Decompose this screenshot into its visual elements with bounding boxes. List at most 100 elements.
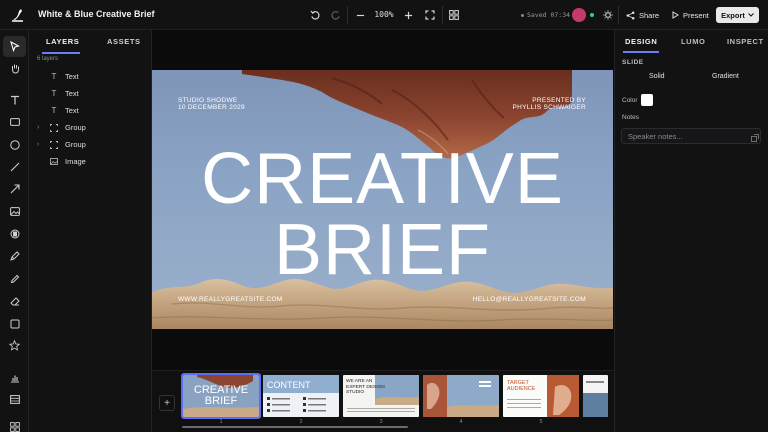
- pencil-tool[interactable]: [7, 271, 22, 286]
- tab-lumo[interactable]: LUMO: [681, 37, 705, 46]
- video-tool[interactable]: [7, 226, 22, 241]
- properties-panel: DESIGN LUMO INSPECT SLIDE Color Notes: [614, 30, 768, 432]
- layer-name: Group: [65, 140, 86, 149]
- group-icon: [47, 123, 61, 132]
- plus-icon: +: [164, 397, 170, 409]
- document-title[interactable]: White & Blue Creative Brief: [38, 9, 155, 19]
- video-icon: [10, 229, 19, 238]
- slide-thumbnail-1[interactable]: CREATIVE BRIEF: [181, 373, 261, 419]
- tab-assets[interactable]: ASSETS: [107, 37, 141, 46]
- speaker-notes-input[interactable]: Speaker notes...: [621, 128, 761, 144]
- layer-item[interactable]: Image: [29, 154, 152, 169]
- expand-notes-icon[interactable]: [751, 129, 759, 142]
- save-status: Saved 07:34: [521, 11, 570, 19]
- app-logo-icon[interactable]: [10, 7, 26, 23]
- slide-number: 1: [219, 419, 223, 425]
- active-tab-indicator: [623, 51, 659, 53]
- rectangle-icon: [9, 117, 20, 126]
- color-label: Color: [622, 97, 638, 104]
- undo-icon[interactable]: [307, 7, 323, 23]
- toolbar-divider: [618, 6, 619, 24]
- slide-date[interactable]: 10 DECEMBER 2029: [178, 104, 245, 112]
- grid-view-icon[interactable]: [446, 7, 462, 23]
- chevron-right-icon[interactable]: ›: [37, 124, 47, 131]
- slide-thumbnail-2[interactable]: CONTENT: [263, 375, 339, 417]
- color-swatch[interactable]: [641, 94, 653, 106]
- line-icon: [10, 162, 19, 171]
- notes-label: Notes: [622, 114, 639, 121]
- slide-thumbnail-5[interactable]: TARGET AUDIENCE: [503, 375, 579, 417]
- text-tool[interactable]: [7, 92, 22, 107]
- fit-screen-icon[interactable]: [422, 7, 438, 23]
- export-label: Export: [721, 10, 745, 20]
- frame-tool[interactable]: [7, 316, 22, 331]
- arrow-tool[interactable]: [7, 181, 22, 196]
- layer-name: Text: [65, 106, 79, 115]
- active-tab-indicator: [42, 52, 80, 54]
- notes-placeholder: Speaker notes...: [628, 132, 683, 141]
- image-icon: [9, 207, 20, 216]
- tool-rail: [0, 30, 29, 432]
- layer-item[interactable]: › Group: [29, 137, 152, 152]
- eraser-icon: [9, 296, 20, 305]
- slide-canvas[interactable]: STUDIO SHODWE 10 DECEMBER 2029 PRESENTED…: [152, 70, 613, 329]
- grid-icon: [9, 421, 20, 432]
- filmstrip-scrollbar[interactable]: [182, 426, 408, 428]
- text-icon: T: [51, 72, 57, 81]
- zoom-in-icon[interactable]: [400, 7, 416, 23]
- slide-thumbnail-3[interactable]: WE ARE AN EXPERT DESIGN STUDIO: [343, 375, 419, 417]
- layer-item[interactable]: T Text: [29, 69, 152, 84]
- redo-icon[interactable]: [327, 7, 343, 23]
- hand-tool[interactable]: [7, 61, 22, 76]
- slide-website[interactable]: WWW.REALLYGREATSITE.COM: [178, 296, 283, 304]
- toolbar-divider: [347, 6, 348, 24]
- rectangle-tool[interactable]: [7, 114, 22, 129]
- line-tool[interactable]: [7, 159, 22, 174]
- image-tool[interactable]: [7, 204, 22, 219]
- layer-item[interactable]: › Group: [29, 120, 152, 135]
- zoom-level[interactable]: 100%: [370, 10, 398, 19]
- ellipse-tool[interactable]: [7, 137, 22, 152]
- fill-solid-option[interactable]: Solid: [649, 73, 665, 80]
- slide-title-line2[interactable]: BRIEF: [152, 214, 613, 286]
- group-icon: [47, 140, 61, 149]
- theme-toggle-icon[interactable]: [600, 7, 616, 23]
- chart-tool[interactable]: [7, 370, 22, 385]
- add-slide-button[interactable]: +: [159, 395, 175, 411]
- tab-design[interactable]: DESIGN: [625, 37, 657, 46]
- share-icon: [626, 11, 635, 19]
- thumbnail-image: [423, 375, 499, 417]
- share-button[interactable]: Share: [626, 7, 659, 23]
- toolbar-divider: [442, 6, 443, 24]
- layer-item[interactable]: T Text: [29, 86, 152, 101]
- select-tool[interactable]: [3, 36, 26, 57]
- tab-layers[interactable]: LAYERS: [46, 37, 79, 46]
- thumbnail-title: TARGET AUDIENCE: [507, 380, 536, 392]
- eraser-tool[interactable]: [7, 293, 22, 308]
- fill-gradient-option[interactable]: Gradient: [712, 73, 739, 80]
- components-tool[interactable]: [7, 419, 22, 432]
- present-button[interactable]: Present: [672, 7, 709, 23]
- pencil-icon: [10, 274, 19, 283]
- export-button[interactable]: Export: [716, 7, 759, 23]
- slide-title-line1[interactable]: CREATIVE: [152, 143, 613, 215]
- layer-item[interactable]: T Text: [29, 103, 152, 118]
- pen-tool[interactable]: [7, 248, 22, 263]
- star-tool[interactable]: [7, 338, 22, 353]
- select-icon: [9, 41, 20, 52]
- slide-number: 4: [459, 419, 463, 425]
- avatar[interactable]: [572, 8, 586, 22]
- slide-thumbnail-6[interactable]: [583, 375, 608, 417]
- table-tool[interactable]: [7, 392, 22, 407]
- slide-number: 3: [379, 419, 383, 425]
- tab-inspect[interactable]: INSPECT: [727, 37, 764, 46]
- chevron-right-icon[interactable]: ›: [37, 141, 47, 148]
- top-bar: White & Blue Creative Brief 100% Saved 0…: [0, 0, 768, 30]
- text-icon: T: [51, 106, 57, 115]
- zoom-out-icon[interactable]: [352, 7, 368, 23]
- slide-email[interactable]: HELLO@REALLYGREATSITE.COM: [473, 296, 586, 304]
- slide-thumbnail-4[interactable]: [423, 375, 499, 417]
- chevron-down-icon: [748, 13, 754, 17]
- thumbnail-title: WE ARE AN EXPERT DESIGN STUDIO: [346, 379, 385, 395]
- slide-presenter[interactable]: PHYLLIS SCHWAIGER: [513, 104, 587, 112]
